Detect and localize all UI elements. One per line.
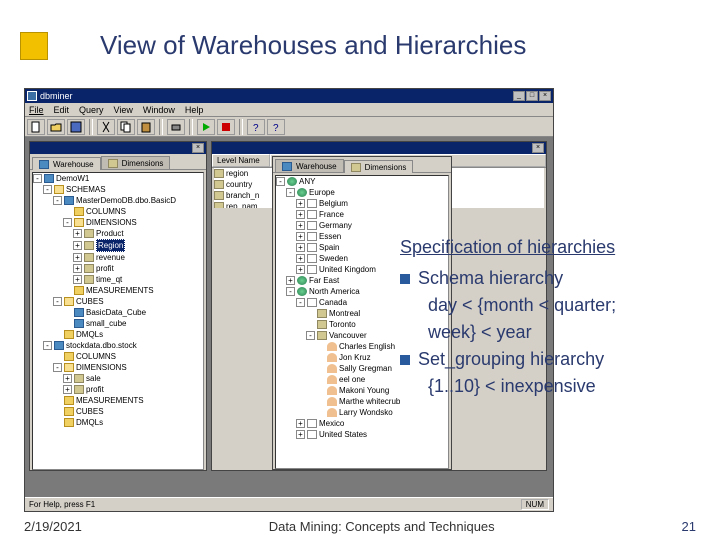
tree-row[interactable]: BasicData_Cube (33, 307, 203, 318)
col-level[interactable]: Level Name (212, 154, 270, 167)
status-bar: For Help, press F1 NUM (25, 497, 553, 511)
close-button[interactable]: × (539, 91, 551, 101)
tree-row[interactable]: +United States (276, 429, 448, 440)
copy-icon[interactable] (117, 119, 135, 135)
bullet-2-sub1: {1..10} < inexpensive (428, 373, 690, 400)
bullet-2: Set_grouping hierarchy (418, 349, 604, 369)
menu-file[interactable]: File (29, 105, 44, 115)
tree-row[interactable]: -DIMENSIONS (33, 217, 203, 228)
tree-row[interactable]: +profit (33, 384, 203, 395)
accent-square (20, 32, 48, 60)
tree-row[interactable]: -MasterDemoDB.dbo.BasicD (33, 195, 203, 206)
bullet-1-sub1: day < {month < quarter; (428, 292, 690, 319)
app-titlebar: dbminer _ □ × (25, 89, 553, 103)
minimize-button[interactable]: _ (513, 91, 525, 101)
tree-row[interactable]: COLUMNS (33, 351, 203, 362)
tree-row[interactable]: -CUBES (33, 296, 203, 307)
footer-text: Data Mining: Concepts and Techniques (269, 519, 495, 534)
svg-text:?: ? (273, 123, 279, 133)
help-icon[interactable]: ? (247, 119, 265, 135)
about-icon[interactable]: ? (267, 119, 285, 135)
tree-row[interactable]: -ANY (276, 176, 448, 187)
tab-dimensions[interactable]: Dimensions (344, 160, 414, 173)
print-icon[interactable] (167, 119, 185, 135)
tree-row[interactable]: small_cube (33, 318, 203, 329)
slide-title: View of Warehouses and Hierarchies (100, 30, 526, 61)
slide-footer: 2/19/2021 Data Mining: Concepts and Tech… (0, 519, 720, 534)
slide-content: Specification of hierarchies Schema hier… (400, 234, 690, 400)
tree-row[interactable]: +profit (33, 263, 203, 274)
tree-row[interactable]: -stockdata.dbo.stock (33, 340, 203, 351)
bullet-icon (400, 274, 410, 284)
tree-row[interactable]: +France (276, 209, 448, 220)
tab-warehouse[interactable]: Warehouse (275, 159, 344, 172)
tree-row[interactable]: +sale (33, 373, 203, 384)
sub-close-button[interactable]: × (532, 143, 544, 153)
bullet-1: Schema hierarchy (418, 268, 563, 288)
footer-page: 21 (682, 519, 696, 534)
app-icon (27, 91, 37, 101)
menu-help[interactable]: Help (185, 105, 204, 115)
maximize-button[interactable]: □ (526, 91, 538, 101)
tree-row[interactable]: DMQLs (33, 417, 203, 428)
tree-row[interactable]: +Germany (276, 220, 448, 231)
tree-row[interactable]: CUBES (33, 406, 203, 417)
tree-row[interactable]: -DemoW1 (33, 173, 203, 184)
save-icon[interactable] (67, 119, 85, 135)
tree-row[interactable]: MEASUREMENTS (33, 395, 203, 406)
toolbar: ? ? (25, 117, 553, 137)
new-icon[interactable] (27, 119, 45, 135)
cut-icon[interactable] (97, 119, 115, 135)
warehouse-tree[interactable]: -DemoW1-SCHEMAS-MasterDemoDB.dbo.BasicDC… (32, 172, 204, 470)
svg-text:?: ? (253, 123, 259, 133)
bullet-icon (400, 355, 410, 365)
tree-row[interactable]: +revenue (33, 252, 203, 263)
paste-icon[interactable] (137, 119, 155, 135)
tree-row[interactable]: MEASUREMENTS (33, 285, 203, 296)
tree-row[interactable]: +Mexico (276, 418, 448, 429)
tab-warehouse[interactable]: Warehouse (32, 157, 101, 170)
open-icon[interactable] (47, 119, 65, 135)
status-text: For Help, press F1 (29, 500, 95, 509)
tab-dimensions[interactable]: Dimensions (101, 156, 171, 169)
menu-edit[interactable]: Edit (54, 105, 70, 115)
tree-row[interactable]: -Europe (276, 187, 448, 198)
app-title: dbminer (40, 91, 513, 101)
tree-row[interactable]: -SCHEMAS (33, 184, 203, 195)
tree-row[interactable]: Larry Wondsko (276, 407, 448, 418)
menubar: File Edit Query View Window Help (25, 103, 553, 117)
tree-row[interactable]: -DIMENSIONS (33, 362, 203, 373)
stop-icon[interactable] (217, 119, 235, 135)
run-icon[interactable] (197, 119, 215, 135)
content-heading: Specification of hierarchies (400, 234, 690, 261)
bullet-1-sub2: week} < year (428, 319, 690, 346)
menu-window[interactable]: Window (143, 105, 175, 115)
tree-row[interactable]: DMQLs (33, 329, 203, 340)
menu-view[interactable]: View (114, 105, 133, 115)
status-num: NUM (521, 499, 549, 510)
menu-query[interactable]: Query (79, 105, 104, 115)
warehouse-window: × Warehouse Dimensions -DemoW1-SCHEMAS-M… (29, 141, 207, 471)
sub-close-button[interactable]: × (192, 143, 204, 153)
footer-date: 2/19/2021 (24, 519, 82, 534)
tree-row[interactable]: COLUMNS (33, 206, 203, 217)
tree-row[interactable]: +Product (33, 228, 203, 239)
tree-row[interactable]: +Belgium (276, 198, 448, 209)
tree-row[interactable]: +Region (33, 239, 203, 252)
tree-row[interactable]: +time_qt (33, 274, 203, 285)
